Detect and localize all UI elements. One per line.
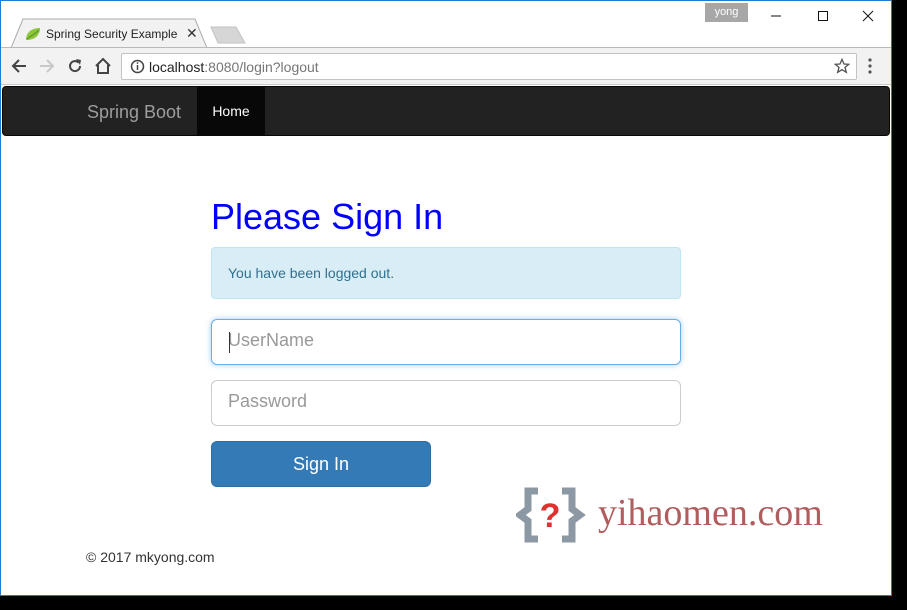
sign-in-button[interactable]: Sign In	[211, 441, 431, 487]
url-path: :8080/login?logout	[204, 59, 319, 75]
footer-copyright: © 2017 mkyong.com	[86, 549, 215, 565]
back-button[interactable]	[9, 56, 29, 76]
minimize-button[interactable]	[753, 3, 799, 29]
tab-title: Spring Security Example	[46, 27, 178, 41]
navbar-brand[interactable]: Spring Boot	[87, 102, 181, 123]
reload-button[interactable]	[65, 56, 85, 76]
logout-alert: You have been logged out.	[211, 247, 681, 299]
close-window-button[interactable]	[845, 3, 891, 29]
arrow-left-icon	[11, 59, 26, 73]
title-bar: Spring Security Example ✕ yong	[1, 1, 891, 48]
username-placeholder: UserName	[228, 330, 315, 350]
watermark-logo-icon: ?	[514, 487, 586, 543]
reload-icon	[69, 59, 82, 73]
password-placeholder: Password	[228, 391, 308, 411]
arrow-right-icon	[40, 59, 55, 73]
minimize-icon	[771, 15, 781, 17]
watermark: ? yihaomen.com	[514, 485, 846, 545]
page-content: Spring Boot Home Please Sign In You have…	[1, 85, 891, 595]
username-input[interactable]: UserName	[211, 319, 681, 365]
url-text: localhost:8080/login?logout	[149, 59, 319, 75]
password-input[interactable]: Password	[211, 380, 681, 426]
svg-text:?: ?	[540, 497, 561, 535]
profile-badge[interactable]: yong	[705, 3, 748, 22]
tab-close-icon[interactable]: ✕	[186, 25, 198, 42]
maximize-icon	[818, 11, 828, 21]
browser-window: Spring Security Example ✕ yong localhost…	[0, 0, 892, 596]
info-icon[interactable]	[130, 59, 145, 74]
star-icon[interactable]	[834, 58, 850, 74]
url-host: localhost	[149, 59, 205, 75]
close-icon	[862, 10, 874, 22]
watermark-text: yihaomen.com	[598, 492, 823, 534]
maximize-button[interactable]	[800, 3, 846, 29]
home-button[interactable]	[93, 56, 113, 76]
text-caret	[229, 332, 230, 353]
home-icon	[95, 57, 111, 74]
browser-tab[interactable]: Spring Security Example ✕	[11, 18, 207, 48]
forward-button[interactable]	[37, 56, 57, 76]
page-title: Please Sign In	[211, 196, 444, 237]
nav-item-home[interactable]: Home	[197, 87, 265, 135]
vertical-dots-icon[interactable]	[867, 57, 873, 75]
new-tab-button[interactable]	[210, 26, 246, 44]
address-bar[interactable]: localhost:8080/login?logout	[121, 53, 857, 80]
browser-toolbar: localhost:8080/login?logout	[1, 47, 891, 85]
spring-leaf-icon	[26, 28, 40, 40]
navbar: Spring Boot Home	[2, 86, 890, 136]
